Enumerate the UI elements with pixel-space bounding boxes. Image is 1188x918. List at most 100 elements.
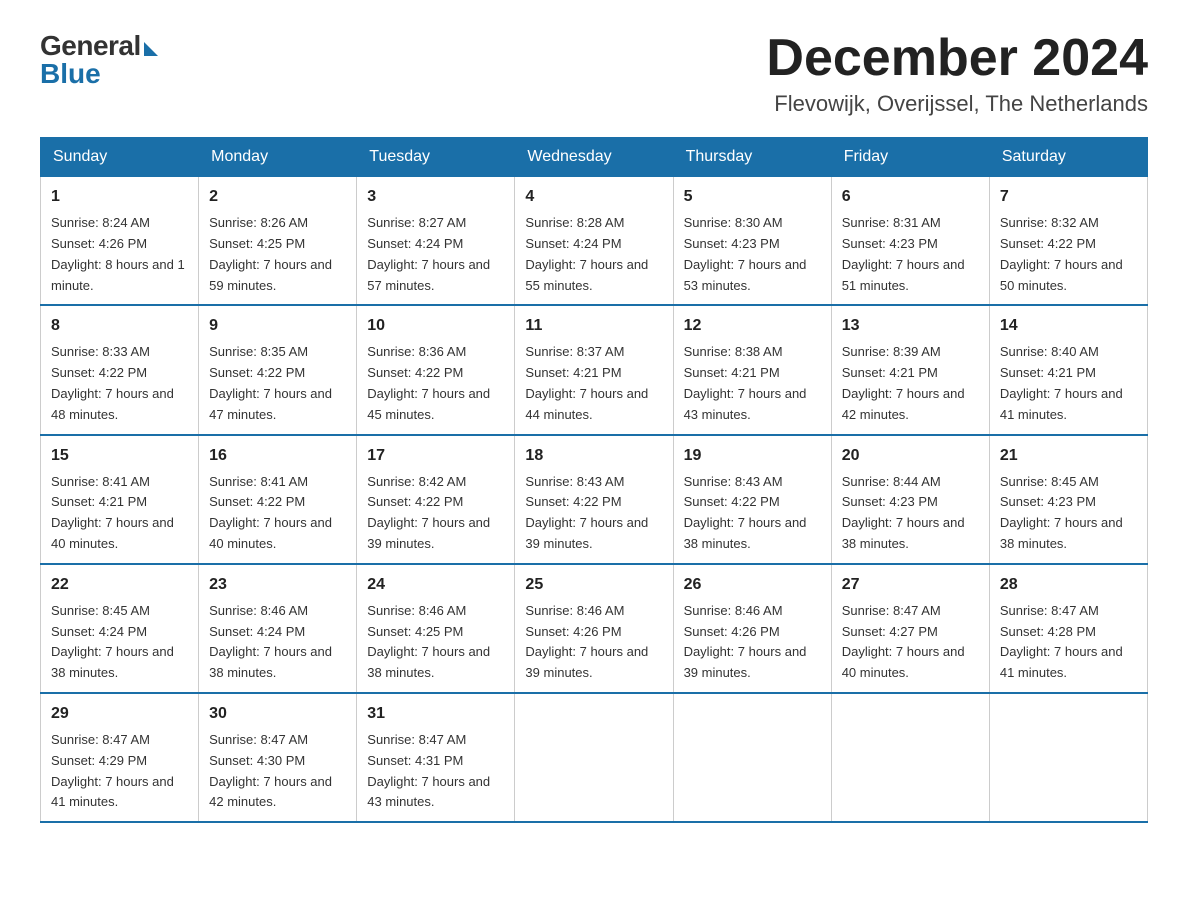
- table-cell: 20Sunrise: 8:44 AMSunset: 4:23 PMDayligh…: [831, 435, 989, 564]
- day-number: 13: [842, 314, 979, 338]
- table-cell: 16 Sunrise: 8:41 AMSunset: 4:22 PMDayligh…: [199, 435, 357, 564]
- day-number: 9: [209, 314, 346, 338]
- day-info: Sunrise: 8:46 AMSunset: 4:26 PMDaylight:…: [684, 603, 807, 680]
- table-cell: [831, 693, 989, 822]
- table-cell: 10 Sunrise: 8:36 AMSunset: 4:22 PMDayligh…: [357, 305, 515, 434]
- table-cell: 21 Sunrise: 8:45 AMSunset: 4:23 PMDayligh…: [989, 435, 1147, 564]
- day-number: 29: [51, 702, 188, 726]
- col-wednesday: Wednesday: [515, 138, 673, 177]
- day-number: 24: [367, 573, 504, 597]
- day-number: 20: [842, 444, 979, 468]
- table-cell: 7Sunrise: 8:32 AMSunset: 4:22 PMDaylight…: [989, 177, 1147, 306]
- day-info: Sunrise: 8:31 AMSunset: 4:23 PMDaylight:…: [842, 215, 965, 292]
- logo-blue-text: Blue: [40, 58, 101, 90]
- day-info: Sunrise: 8:37 AMSunset: 4:21 PMDaylight:…: [525, 344, 648, 421]
- day-info: Sunrise: 8:43 AMSunset: 4:22 PMDaylight:…: [525, 474, 648, 551]
- calendar-header: Sunday Monday Tuesday Wednesday Thursday…: [41, 138, 1148, 177]
- calendar-week-row: 29 Sunrise: 8:47 AMSunset: 4:29 PMDayligh…: [41, 693, 1148, 822]
- location-title: Flevowijk, Overijssel, The Netherlands: [766, 91, 1148, 117]
- day-number: 16: [209, 444, 346, 468]
- day-number: 2: [209, 185, 346, 209]
- logo-arrow-icon: [144, 42, 158, 56]
- page-header: General Blue December 2024 Flevowijk, Ov…: [40, 30, 1148, 117]
- table-cell: 29 Sunrise: 8:47 AMSunset: 4:29 PMDayligh…: [41, 693, 199, 822]
- table-cell: [989, 693, 1147, 822]
- table-cell: 15Sunrise: 8:41 AMSunset: 4:21 PMDayligh…: [41, 435, 199, 564]
- table-cell: 2 Sunrise: 8:26 AMSunset: 4:25 PMDaylight…: [199, 177, 357, 306]
- day-number: 5: [684, 185, 821, 209]
- day-info: Sunrise: 8:27 AMSunset: 4:24 PMDaylight:…: [367, 215, 490, 292]
- table-cell: 25 Sunrise: 8:46 AMSunset: 4:26 PMDayligh…: [515, 564, 673, 693]
- day-info: Sunrise: 8:30 AMSunset: 4:23 PMDaylight:…: [684, 215, 807, 292]
- day-number: 10: [367, 314, 504, 338]
- table-cell: 1 Sunrise: 8:24 AMSunset: 4:26 PMDaylight…: [41, 177, 199, 306]
- table-cell: 5 Sunrise: 8:30 AMSunset: 4:23 PMDaylight…: [673, 177, 831, 306]
- day-number: 25: [525, 573, 662, 597]
- header-row: Sunday Monday Tuesday Wednesday Thursday…: [41, 138, 1148, 177]
- day-info: Sunrise: 8:26 AMSunset: 4:25 PMDaylight:…: [209, 215, 332, 292]
- table-cell: 28Sunrise: 8:47 AMSunset: 4:28 PMDayligh…: [989, 564, 1147, 693]
- day-info: Sunrise: 8:46 AMSunset: 4:24 PMDaylight:…: [209, 603, 332, 680]
- day-number: 23: [209, 573, 346, 597]
- calendar-body: 1 Sunrise: 8:24 AMSunset: 4:26 PMDaylight…: [41, 177, 1148, 822]
- day-info: Sunrise: 8:45 AMSunset: 4:23 PMDaylight:…: [1000, 474, 1123, 551]
- day-info: Sunrise: 8:46 AMSunset: 4:26 PMDaylight:…: [525, 603, 648, 680]
- day-info: Sunrise: 8:47 AMSunset: 4:29 PMDaylight:…: [51, 732, 174, 809]
- logo: General Blue: [40, 30, 158, 90]
- day-info: Sunrise: 8:28 AMSunset: 4:24 PMDaylight:…: [525, 215, 648, 292]
- day-info: Sunrise: 8:47 AMSunset: 4:30 PMDaylight:…: [209, 732, 332, 809]
- table-cell: 26Sunrise: 8:46 AMSunset: 4:26 PMDayligh…: [673, 564, 831, 693]
- day-info: Sunrise: 8:47 AMSunset: 4:27 PMDaylight:…: [842, 603, 965, 680]
- month-title: December 2024: [766, 30, 1148, 87]
- col-tuesday: Tuesday: [357, 138, 515, 177]
- calendar-week-row: 22Sunrise: 8:45 AMSunset: 4:24 PMDayligh…: [41, 564, 1148, 693]
- table-cell: 11Sunrise: 8:37 AMSunset: 4:21 PMDayligh…: [515, 305, 673, 434]
- table-cell: 17 Sunrise: 8:42 AMSunset: 4:22 PMDayligh…: [357, 435, 515, 564]
- day-number: 1: [51, 185, 188, 209]
- day-info: Sunrise: 8:24 AMSunset: 4:26 PMDaylight:…: [51, 215, 185, 292]
- table-cell: 23 Sunrise: 8:46 AMSunset: 4:24 PMDayligh…: [199, 564, 357, 693]
- day-number: 12: [684, 314, 821, 338]
- table-cell: [515, 693, 673, 822]
- day-number: 15: [51, 444, 188, 468]
- day-info: Sunrise: 8:41 AMSunset: 4:22 PMDaylight:…: [209, 474, 332, 551]
- table-cell: 27 Sunrise: 8:47 AMSunset: 4:27 PMDayligh…: [831, 564, 989, 693]
- col-thursday: Thursday: [673, 138, 831, 177]
- day-info: Sunrise: 8:45 AMSunset: 4:24 PMDaylight:…: [51, 603, 174, 680]
- col-saturday: Saturday: [989, 138, 1147, 177]
- table-cell: 12 Sunrise: 8:38 AMSunset: 4:21 PMDayligh…: [673, 305, 831, 434]
- col-monday: Monday: [199, 138, 357, 177]
- table-cell: 22Sunrise: 8:45 AMSunset: 4:24 PMDayligh…: [41, 564, 199, 693]
- table-cell: 24 Sunrise: 8:46 AMSunset: 4:25 PMDayligh…: [357, 564, 515, 693]
- day-info: Sunrise: 8:35 AMSunset: 4:22 PMDaylight:…: [209, 344, 332, 421]
- day-number: 4: [525, 185, 662, 209]
- day-number: 19: [684, 444, 821, 468]
- col-sunday: Sunday: [41, 138, 199, 177]
- day-info: Sunrise: 8:38 AMSunset: 4:21 PMDaylight:…: [684, 344, 807, 421]
- day-number: 6: [842, 185, 979, 209]
- table-cell: 13Sunrise: 8:39 AMSunset: 4:21 PMDayligh…: [831, 305, 989, 434]
- day-number: 28: [1000, 573, 1137, 597]
- day-number: 7: [1000, 185, 1137, 209]
- calendar-week-row: 1 Sunrise: 8:24 AMSunset: 4:26 PMDaylight…: [41, 177, 1148, 306]
- table-cell: 31Sunrise: 8:47 AMSunset: 4:31 PMDayligh…: [357, 693, 515, 822]
- day-info: Sunrise: 8:36 AMSunset: 4:22 PMDaylight:…: [367, 344, 490, 421]
- day-info: Sunrise: 8:47 AMSunset: 4:31 PMDaylight:…: [367, 732, 490, 809]
- day-number: 21: [1000, 444, 1137, 468]
- day-number: 17: [367, 444, 504, 468]
- title-block: December 2024 Flevowijk, Overijssel, The…: [766, 30, 1148, 117]
- day-number: 27: [842, 573, 979, 597]
- day-info: Sunrise: 8:42 AMSunset: 4:22 PMDaylight:…: [367, 474, 490, 551]
- day-info: Sunrise: 8:40 AMSunset: 4:21 PMDaylight:…: [1000, 344, 1123, 421]
- day-info: Sunrise: 8:46 AMSunset: 4:25 PMDaylight:…: [367, 603, 490, 680]
- table-cell: 19Sunrise: 8:43 AMSunset: 4:22 PMDayligh…: [673, 435, 831, 564]
- table-cell: 6 Sunrise: 8:31 AMSunset: 4:23 PMDaylight…: [831, 177, 989, 306]
- table-cell: 3Sunrise: 8:27 AMSunset: 4:24 PMDaylight…: [357, 177, 515, 306]
- col-friday: Friday: [831, 138, 989, 177]
- day-info: Sunrise: 8:33 AMSunset: 4:22 PMDaylight:…: [51, 344, 174, 421]
- day-number: 14: [1000, 314, 1137, 338]
- table-cell: 18Sunrise: 8:43 AMSunset: 4:22 PMDayligh…: [515, 435, 673, 564]
- table-cell: 4 Sunrise: 8:28 AMSunset: 4:24 PMDaylight…: [515, 177, 673, 306]
- calendar-week-row: 8Sunrise: 8:33 AMSunset: 4:22 PMDaylight…: [41, 305, 1148, 434]
- table-cell: 30Sunrise: 8:47 AMSunset: 4:30 PMDayligh…: [199, 693, 357, 822]
